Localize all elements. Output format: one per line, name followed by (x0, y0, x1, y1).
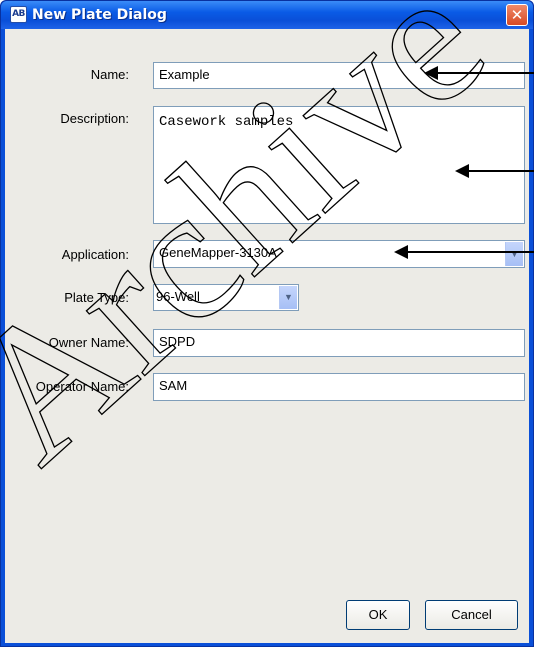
name-label: Name: (90, 67, 129, 82)
description-label: Description: (60, 111, 129, 126)
window-title: New Plate Dialog (32, 7, 167, 23)
cancel-button[interactable]: Cancel (425, 600, 518, 630)
arrow-left-icon (424, 66, 534, 80)
chevron-down-icon[interactable]: ▼ (505, 242, 523, 266)
name-field[interactable]: Example (153, 62, 525, 89)
application-select[interactable]: GeneMapper-3130A ▼ (153, 240, 525, 268)
title-bar[interactable]: AB New Plate Dialog ✕ (1, 1, 533, 29)
close-icon: ✕ (510, 6, 524, 24)
ok-button[interactable]: OK (346, 600, 410, 630)
dialog-body: Name: Example Description: Casework samp… (5, 29, 529, 643)
close-button[interactable]: ✕ (506, 4, 528, 26)
plate-type-select[interactable]: 96-Well ▼ (153, 284, 299, 311)
owner-name-label: Owner Name: (48, 335, 129, 350)
owner-name-field[interactable]: SDPD (153, 329, 525, 357)
chevron-down-icon[interactable]: ▼ (279, 286, 297, 309)
operator-name-label: Operator Name: (35, 379, 129, 394)
arrow-left-icon (455, 164, 534, 178)
application-label: Application: (61, 247, 129, 262)
arrow-left-icon (394, 245, 534, 259)
plate-type-label: Plate Type: (64, 290, 129, 305)
operator-name-field[interactable]: SAM (153, 373, 525, 401)
app-icon: AB (10, 6, 27, 23)
dialog-window: AB New Plate Dialog ✕ Name: Example Desc… (0, 0, 534, 647)
application-value: GeneMapper-3130A (159, 245, 277, 260)
description-textarea[interactable]: Casework samples (153, 106, 525, 224)
plate-type-value: 96-Well (156, 289, 200, 304)
